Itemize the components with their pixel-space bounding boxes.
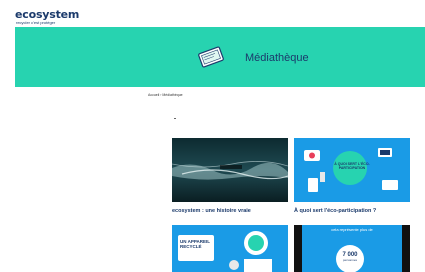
video-thumbnail-7000-personnes[interactable]: cela représente plus de 7 000 personnes (294, 225, 410, 272)
page-hero-banner: Médiathèque (15, 27, 425, 87)
card-title-eco-participation[interactable]: À quoi sert l'éco-participation ? (294, 208, 376, 214)
divider-mark (174, 118, 176, 119)
page-title: Médiathèque (245, 52, 309, 64)
thumbnail-caption-top: cela représente plus de (331, 227, 373, 232)
thumbnail-unit: personnes (342, 258, 357, 262)
site-header: ecosystem recycler c'est protéger (0, 0, 425, 27)
card-title-histoire[interactable]: ecosystem : une histoire vraie (172, 208, 251, 214)
tablet-icon (198, 46, 224, 68)
video-thumbnail-eco-participation[interactable]: À QUOI SERT L'ÉCO-PARTICIPATION (294, 138, 410, 202)
ecosystem-logo[interactable]: ecosystem (15, 9, 79, 20)
video-thumbnail-appareil-recycle[interactable]: UN APPAREIL RECYCLÉ (172, 225, 288, 272)
thumbnail-caption: À QUOI SERT L'ÉCO-PARTICIPATION (334, 162, 370, 170)
logo-tagline: recycler c'est protéger (16, 20, 56, 25)
ocean-video-image (172, 138, 288, 202)
eco-participation-illustration (294, 138, 410, 202)
video-thumbnail-histoire[interactable] (172, 138, 288, 202)
thumbnail-caption: UN APPAREIL RECYCLÉ (180, 239, 210, 249)
breadcrumb[interactable]: Accueil › Médiathèque (148, 93, 183, 97)
personnes-illustration (294, 225, 410, 272)
